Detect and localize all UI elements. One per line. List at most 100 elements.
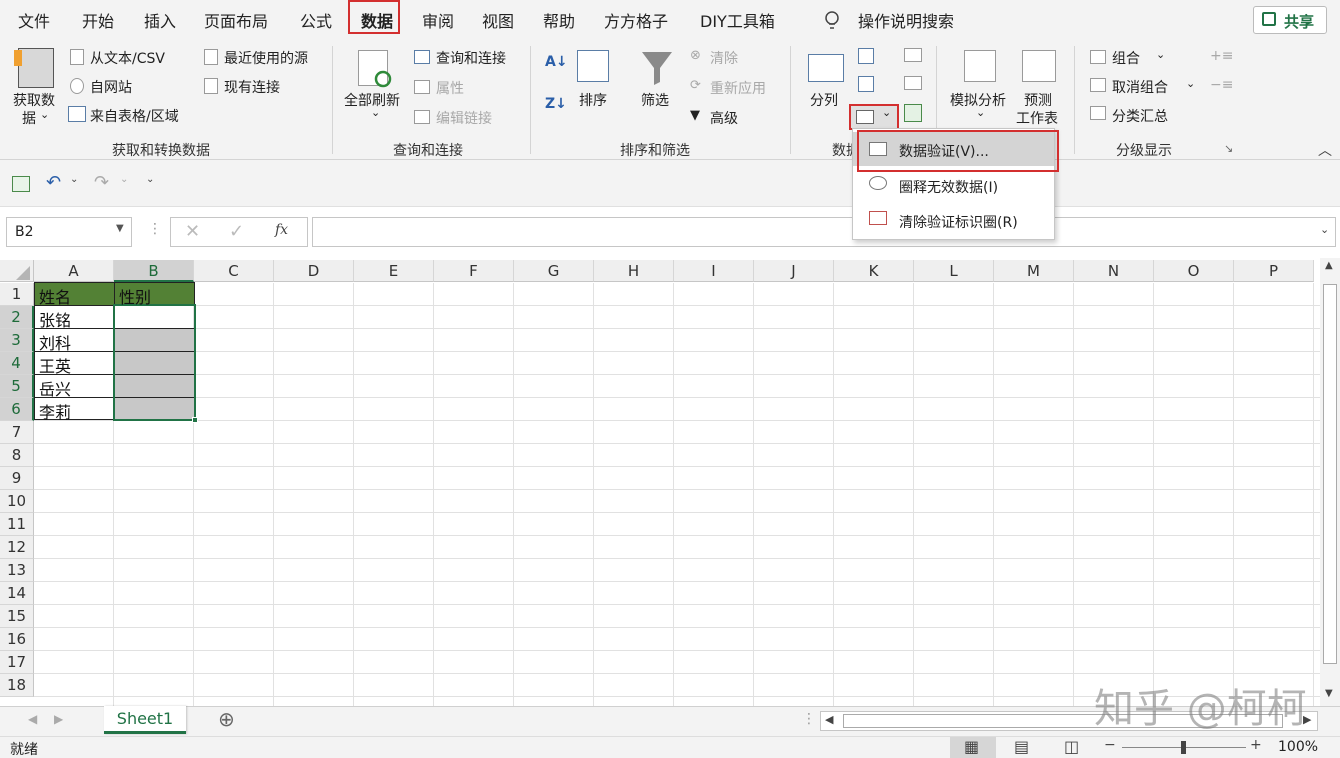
worksheet-grid[interactable]: ABCDEFGHIJKLMNOP 1 2 3 4 5 6 7 8 9 10 11 12 13 14 15 16…	[0, 258, 1320, 706]
redo-icon[interactable]: ↷	[94, 172, 109, 193]
column-header-k[interactable]: K	[834, 260, 914, 282]
row-header-14[interactable]: 14	[0, 582, 34, 605]
undo-dropdown-icon[interactable]: ⌄	[70, 174, 78, 185]
tab-view[interactable]: 视图	[482, 8, 514, 32]
cell-b1[interactable]: 性别	[115, 283, 151, 307]
vertical-scroll-thumb[interactable]	[1323, 284, 1337, 664]
tab-home[interactable]: 开始	[82, 8, 114, 32]
select-all-corner[interactable]	[0, 260, 34, 282]
row-header-16[interactable]: 16	[0, 628, 34, 651]
column-header-e[interactable]: E	[354, 260, 434, 282]
tab-page-layout[interactable]: 页面布局	[204, 8, 268, 32]
row-header-15[interactable]: 15	[0, 605, 34, 628]
reapply-button[interactable]: 重新应用	[710, 78, 766, 98]
dialog-launcher-icon[interactable]: ↘	[1224, 142, 1233, 155]
cell-a3[interactable]: 刘科	[35, 329, 71, 353]
autosave-icon[interactable]	[12, 176, 30, 192]
sheet-tab-sheet1[interactable]: Sheet1	[104, 706, 186, 734]
cell-a2[interactable]: 张铭	[35, 306, 71, 330]
zoom-in-icon[interactable]: +	[1250, 737, 1262, 753]
row-header-18[interactable]: 18	[0, 674, 34, 697]
prev-sheet-icon[interactable]: ◀	[28, 712, 37, 726]
zoom-out-icon[interactable]: −	[1104, 737, 1116, 753]
fill-handle[interactable]	[192, 417, 198, 423]
cell-a4[interactable]: 王英	[35, 352, 71, 376]
group-button[interactable]: 组合	[1112, 48, 1140, 68]
formula-input[interactable]	[312, 217, 1336, 247]
undo-icon[interactable]: ↶	[46, 172, 61, 193]
row-header-1[interactable]: 1	[0, 283, 34, 306]
vertical-scrollbar[interactable]: ▲ ▼	[1320, 258, 1340, 706]
customize-qat-icon[interactable]: ⌄	[146, 174, 154, 185]
page-break-view-icon[interactable]: ◫	[1064, 737, 1079, 756]
cell-a5[interactable]: 岳兴	[35, 375, 71, 399]
column-header-g[interactable]: G	[514, 260, 594, 282]
add-sheet-icon[interactable]: ⊕	[218, 707, 235, 731]
page-layout-view-icon[interactable]: ▤	[1014, 737, 1029, 756]
get-data-button[interactable]: 获取数	[13, 90, 55, 110]
row-header-6[interactable]: 6	[0, 398, 34, 421]
tab-file[interactable]: 文件	[18, 8, 50, 32]
normal-view-icon[interactable]: ▦	[964, 737, 979, 756]
menu-item-circle-invalid[interactable]: 圈释无效数据(I)	[853, 168, 1054, 202]
column-header-j[interactable]: J	[754, 260, 834, 282]
name-box[interactable]: B2	[6, 217, 132, 247]
tell-me-search[interactable]: 操作说明搜索	[858, 8, 954, 32]
from-web-button[interactable]: 自网站	[90, 77, 132, 97]
properties-button[interactable]: 属性	[436, 78, 464, 98]
scroll-down-icon[interactable]: ▼	[1325, 688, 1333, 699]
column-header-h[interactable]: H	[594, 260, 674, 282]
zoom-slider-thumb[interactable]	[1181, 741, 1186, 754]
column-header-f[interactable]: F	[434, 260, 514, 282]
row-header-7[interactable]: 7	[0, 421, 34, 444]
row-header-17[interactable]: 17	[0, 651, 34, 674]
existing-connections-button[interactable]: 现有连接	[224, 77, 280, 97]
expand-formula-bar-icon[interactable]: ⌄	[1320, 223, 1329, 236]
clear-button[interactable]: 清除	[710, 48, 738, 68]
column-header-b[interactable]: B	[114, 260, 194, 282]
from-text-csv-button[interactable]: 从文本/CSV	[90, 48, 165, 68]
column-header-i[interactable]: I	[674, 260, 754, 282]
show-detail-icon[interactable]: +≡	[1210, 48, 1233, 64]
sort-button[interactable]: 排序	[579, 90, 607, 110]
row-header-9[interactable]: 9	[0, 467, 34, 490]
column-header-d[interactable]: D	[274, 260, 354, 282]
column-header-l[interactable]: L	[914, 260, 994, 282]
filter-button[interactable]: 筛选	[641, 90, 669, 110]
row-header-13[interactable]: 13	[0, 559, 34, 582]
column-header-a[interactable]: A	[34, 260, 114, 282]
cell-a6[interactable]: 李莉	[35, 398, 71, 422]
row-header-3[interactable]: 3	[0, 329, 34, 352]
row-header-11[interactable]: 11	[0, 513, 34, 536]
tab-diy-toolbox[interactable]: DIY工具箱	[700, 8, 775, 32]
tab-help[interactable]: 帮助	[543, 8, 575, 32]
queries-connections-button[interactable]: 查询和连接	[436, 48, 506, 68]
tab-fangfang[interactable]: 方方格子	[604, 8, 668, 32]
cell-a1[interactable]: 姓名	[35, 283, 71, 307]
next-sheet-icon[interactable]: ▶	[54, 712, 63, 726]
tab-formulas[interactable]: 公式	[300, 8, 332, 32]
row-header-4[interactable]: 4	[0, 352, 34, 375]
enter-icon[interactable]: ✓	[229, 221, 244, 242]
edit-links-button[interactable]: 编辑链接	[436, 108, 492, 128]
ungroup-button[interactable]: 取消组合	[1112, 77, 1168, 97]
menu-item-clear-circles[interactable]: 清除验证标识圈(R)	[853, 203, 1054, 237]
column-header-p[interactable]: P	[1234, 260, 1314, 282]
tab-review[interactable]: 审阅	[422, 8, 454, 32]
row-header-5[interactable]: 5	[0, 375, 34, 398]
sort-descending-icon[interactable]: Z↓	[545, 96, 567, 112]
subtotal-button[interactable]: 分类汇总	[1112, 106, 1168, 126]
zoom-level[interactable]: 100%	[1278, 739, 1318, 755]
column-header-c[interactable]: C	[194, 260, 274, 282]
text-to-columns-button[interactable]: 分列	[810, 90, 838, 110]
sort-ascending-icon[interactable]: A↓	[545, 54, 568, 70]
tab-insert[interactable]: 插入	[144, 8, 176, 32]
row-header-8[interactable]: 8	[0, 444, 34, 467]
insert-function-icon[interactable]: fx	[275, 222, 288, 238]
recent-sources-button[interactable]: 最近使用的源	[224, 48, 308, 68]
row-header-2[interactable]: 2	[0, 306, 34, 329]
forecast-sheet-button[interactable]: 预测	[1024, 90, 1052, 110]
row-header-10[interactable]: 10	[0, 490, 34, 513]
redo-dropdown-icon[interactable]: ⌄	[120, 174, 128, 185]
advanced-button[interactable]: 高级	[710, 108, 738, 128]
